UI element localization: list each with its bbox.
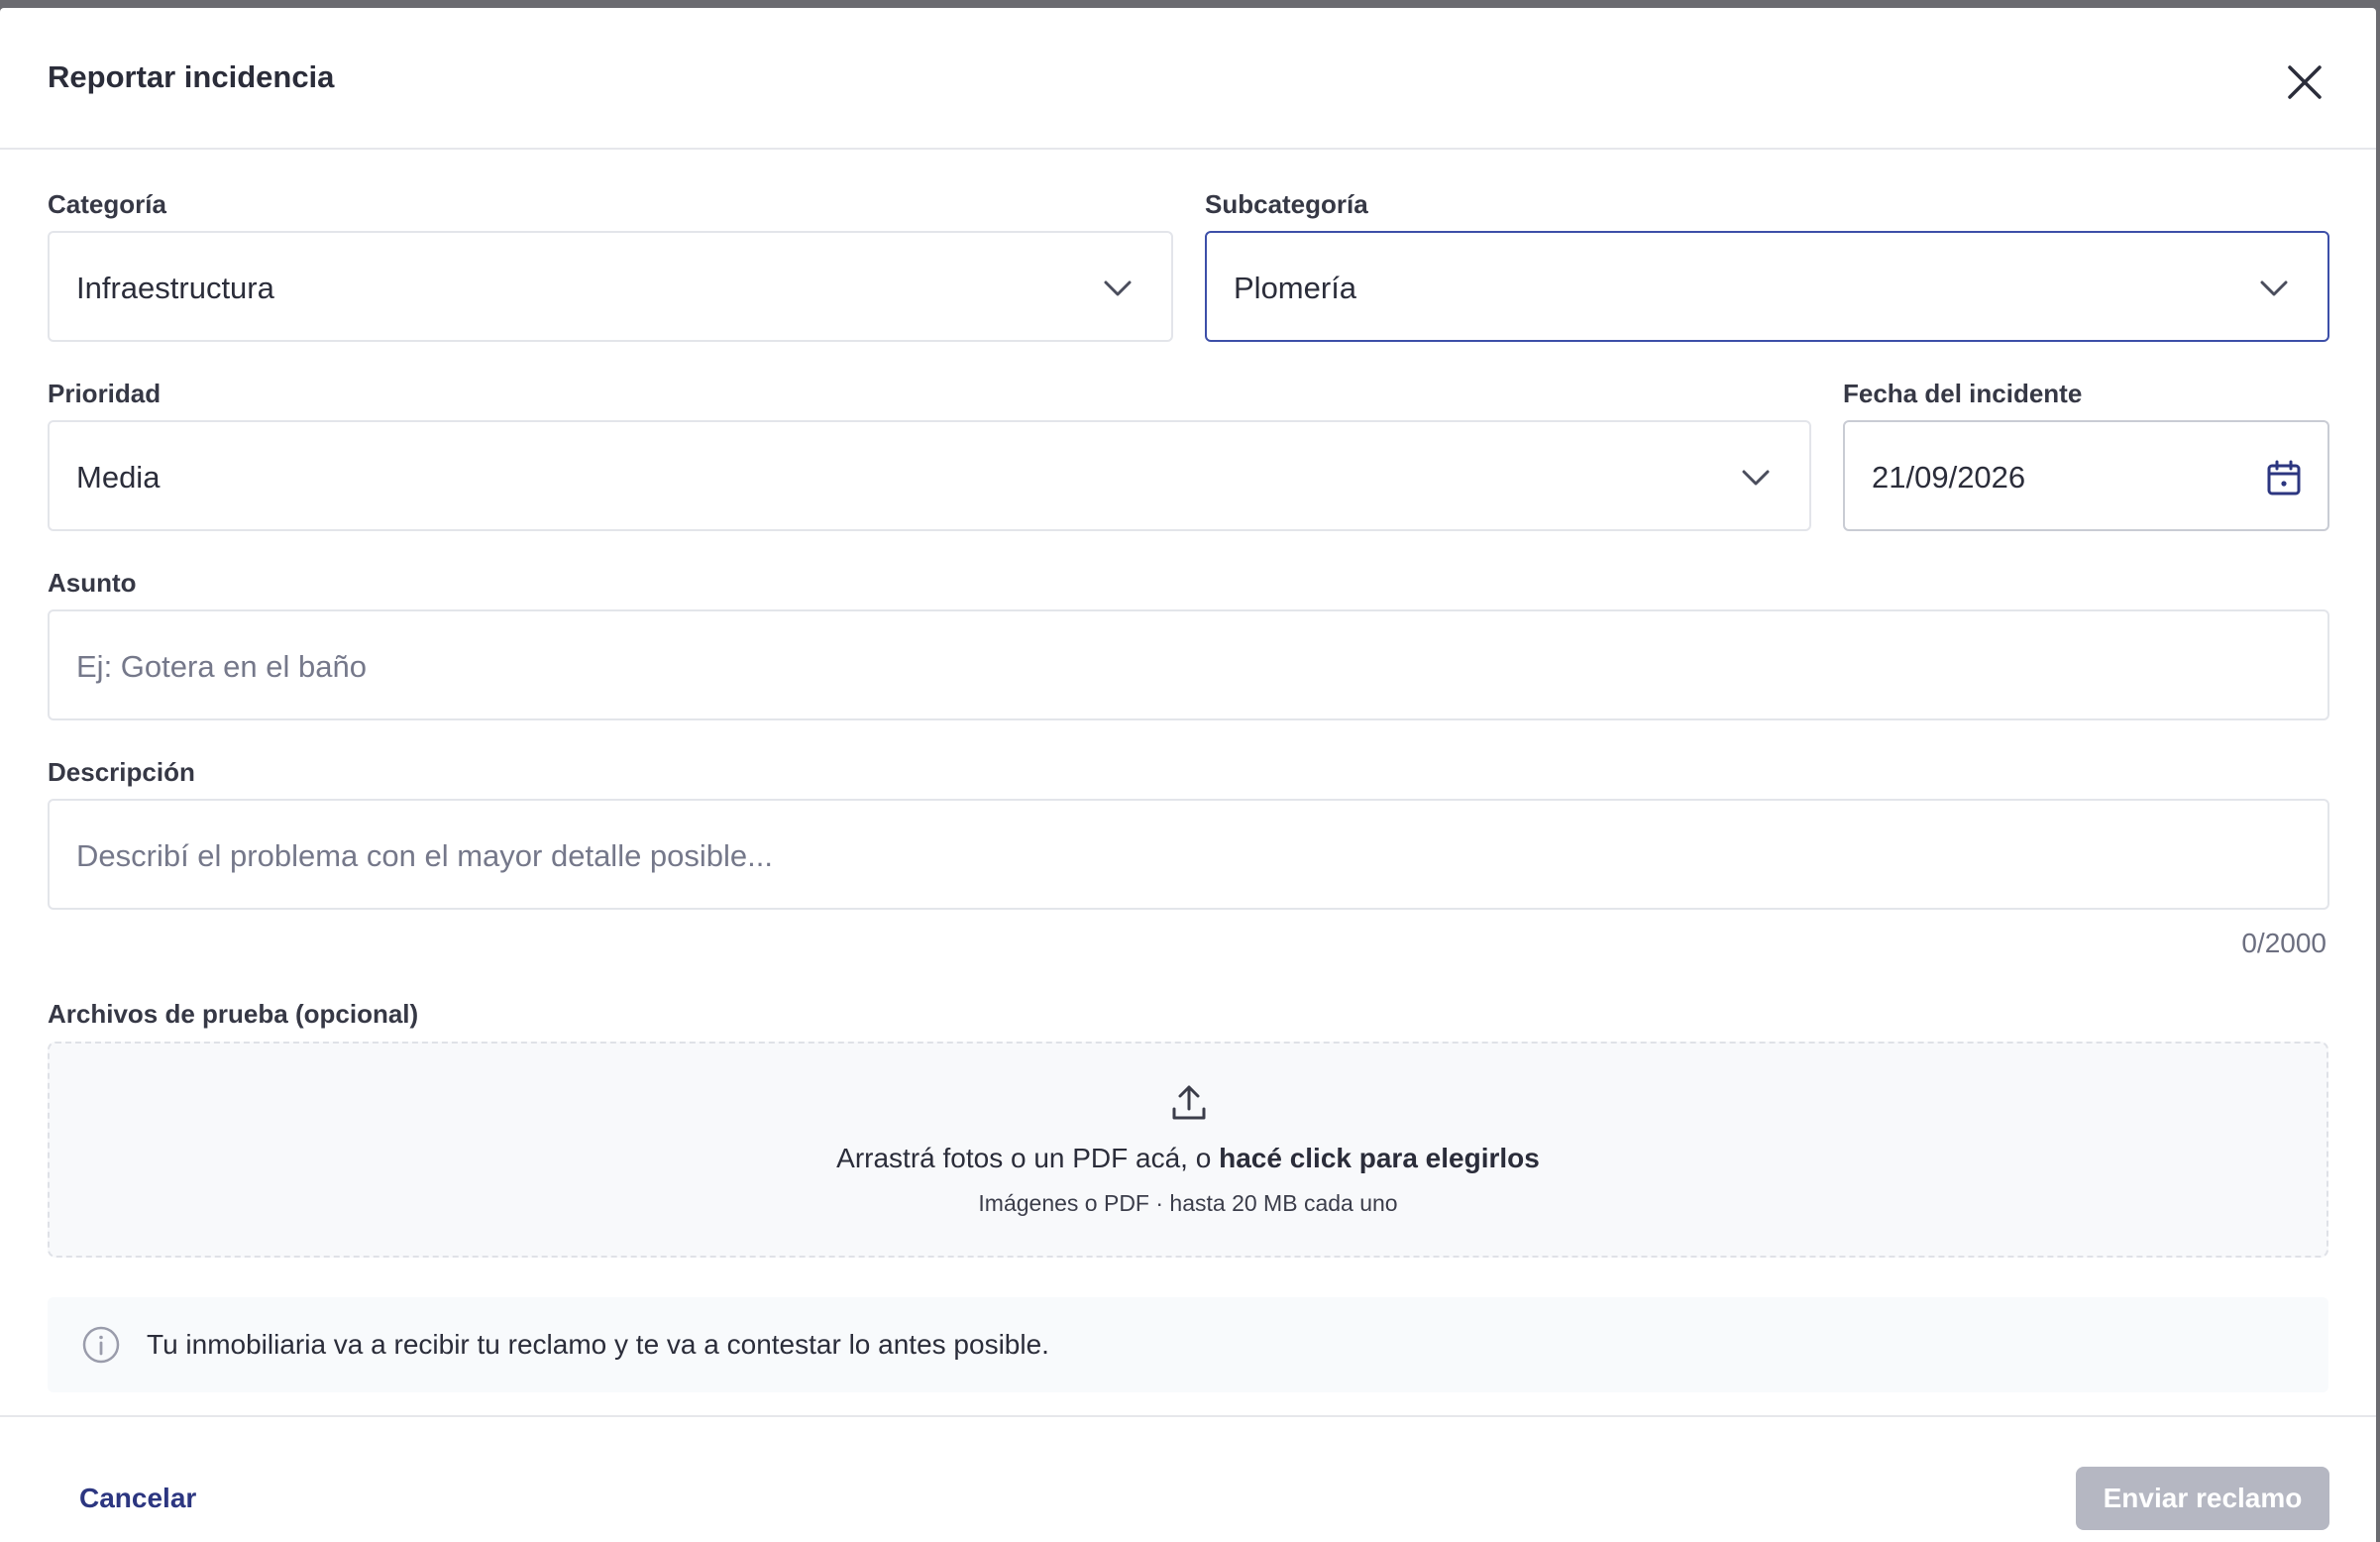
dialog-title: Reportar incidencia: [48, 59, 335, 94]
submit-button[interactable]: Enviar reclamo: [2076, 1467, 2329, 1530]
priority-select[interactable]: Media: [48, 420, 1811, 531]
category-label: Categoría: [48, 189, 166, 219]
file-dropzone[interactable]: Arrastrá fotos o un PDF acá, o hacé clic…: [48, 1042, 2328, 1258]
dialog-header: Reportar incidencia: [0, 8, 2376, 150]
character-counter: 0/2000: [2241, 928, 2326, 958]
calendar-icon[interactable]: [2264, 458, 2304, 497]
dialog-footer: Cancelar Enviar reclamo: [0, 1415, 2376, 1542]
subject-input[interactable]: Ej: Gotera en el baño: [48, 609, 2329, 720]
upload-icon: [1172, 1085, 1206, 1120]
chevron-down-icon: [2260, 280, 2288, 296]
attachments-label: Archivos de prueba (opcional): [48, 999, 419, 1029]
subject-placeholder: Ej: Gotera en el baño: [76, 649, 367, 684]
incident-date-label: Fecha del incidente: [1843, 379, 2083, 408]
close-button[interactable]: [2285, 62, 2325, 102]
description-textarea[interactable]: Describí el problema con el mayor detall…: [48, 799, 2329, 910]
subcategory-value: Plomería: [1234, 271, 1357, 305]
chevron-down-icon: [1742, 470, 1770, 486]
info-notice: Tu inmobiliaria va a recibir tu reclamo …: [48, 1297, 2328, 1392]
priority-value: Media: [76, 460, 161, 495]
incident-date-value: 21/09/2026: [1872, 460, 2026, 495]
category-value: Infraestructura: [76, 271, 274, 305]
priority-label: Prioridad: [48, 379, 162, 408]
report-incident-dialog: Reportar incidencia Categoría Infraestru…: [0, 8, 2376, 1542]
info-icon: [82, 1326, 120, 1364]
chevron-down-icon: [1104, 280, 1132, 296]
incident-date-input[interactable]: 21/09/2026: [1843, 420, 2329, 531]
cancel-button[interactable]: Cancelar: [79, 1483, 196, 1514]
subject-label: Asunto: [48, 568, 137, 598]
subcategory-select[interactable]: Plomería: [1205, 231, 2329, 342]
description-placeholder: Describí el problema con el mayor detall…: [76, 838, 774, 873]
close-icon: [2288, 65, 2322, 99]
category-select[interactable]: Infraestructura: [48, 231, 1173, 342]
description-label: Descripción: [48, 757, 195, 787]
dropzone-instruction: Arrastrá fotos o un PDF acá, o: [836, 1143, 1220, 1173]
notice-text: Tu inmobiliaria va a recibir tu reclamo …: [147, 1329, 1049, 1360]
subcategory-label: Subcategoría: [1205, 189, 1368, 219]
dropzone-text: Arrastrá fotos o un PDF acá, o hacé clic…: [50, 1143, 2326, 1174]
dropzone-hint: Imágenes o PDF · hasta 20 MB cada uno: [978, 1190, 1398, 1216]
dropzone-browse-link[interactable]: hacé click para elegirlos: [1219, 1143, 1540, 1173]
